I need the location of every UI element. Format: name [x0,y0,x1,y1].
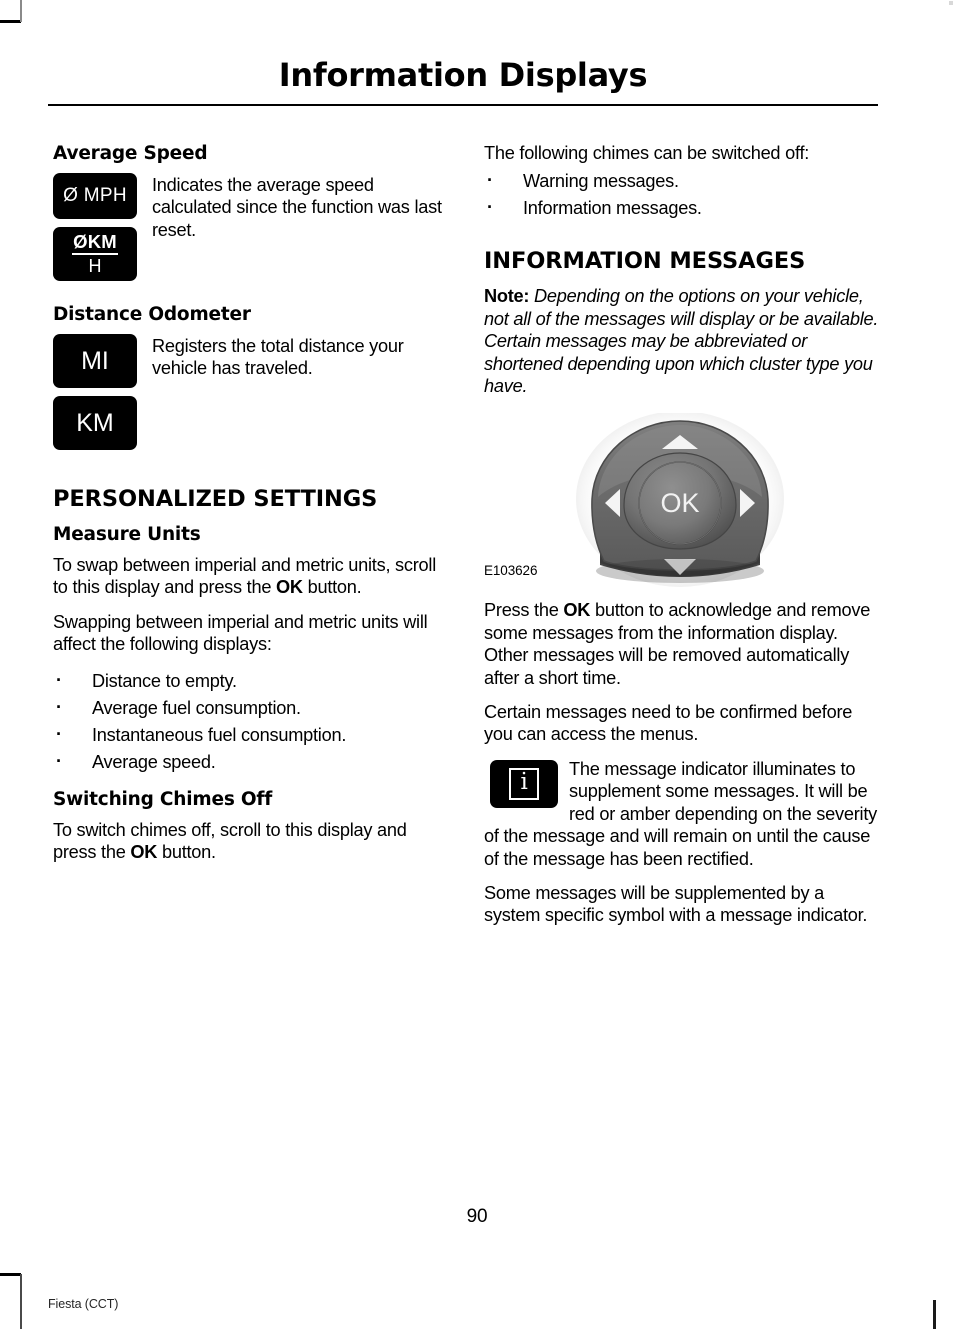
list-item: Average fuel consumption. [53,694,449,722]
distance-odometer-icon-row: MI KM Registers the total distance your … [53,334,449,450]
chimes-intro-text: The following chimes can be switched off… [484,143,810,163]
distance-odometer-description: Registers the total distance your vehicl… [152,336,404,379]
heading-average-speed: Average Speed [53,143,208,164]
steering-wheel-control-pad-image: OK [576,413,784,590]
list-item: Instantaneous fuel consumption. [53,721,449,749]
crop-mark-bottom-left-horizontal [0,1273,21,1276]
measure-units-bullet-list: Distance to empty. Average fuel consumpt… [53,667,449,776]
crop-mark-top-left-horizontal [0,20,21,23]
manual-page: Information Displays Average Speed Ø MPH… [0,0,954,1329]
message-indicator-frame: i [509,767,539,800]
avg-speed-mph-label: Ø MPH [63,185,127,206]
avg-speed-kmh-icon: ØKM H [53,227,137,281]
avg-speed-kmh-numerator: ØKM [72,233,118,255]
heading-measure-units: Measure Units [53,524,201,545]
ok-button-reference: OK [563,600,591,621]
heading-information-messages: INFORMATION MESSAGES [484,248,806,275]
note-body: Depending on the options on your vehicle… [484,286,879,397]
message-indicator-letter: i [520,769,528,796]
odometer-mi-icon: MI [53,334,137,388]
list-item: Average speed. [53,748,449,776]
left-column: Average Speed Ø MPH ØKM H Indicates the … [53,142,449,875]
information-messages-paragraph-1: Press the OK button to acknowledge and r… [484,599,880,689]
information-messages-paragraph-4: Some messages will be supplemented by a … [484,882,868,926]
control-pad-ok-label: OK [660,488,699,518]
control-pad-figure: OK E103626 [484,413,880,590]
heading-switching-chimes-off: Switching Chimes Off [53,788,273,810]
footer-model-label: Fiesta (CCT) [48,1297,119,1311]
list-item: Warning messages. [484,167,880,195]
heading-distance-odometer: Distance Odometer [53,304,251,325]
list-item: Distance to empty. [53,667,449,695]
measure-units-paragraph-2: Swapping between imperial and metric uni… [53,611,428,655]
message-indicator-icon: i [490,759,558,808]
average-speed-icon-row: Ø MPH ØKM H Indicates the average speed … [53,173,449,281]
crop-mark-top-left-vertical [20,0,22,22]
measure-units-p1-before: To swap between imperial and metric unit… [53,555,436,598]
measure-units-p1-after: button. [302,577,362,598]
icon-spacer [53,219,137,227]
average-speed-icon-stack: Ø MPH ØKM H [53,173,137,281]
list-item: Information messages. [484,194,880,222]
information-messages-paragraph-2: Certain messages need to be confirmed be… [484,702,853,745]
information-messages-note: Note: Depending on the options on your v… [484,285,880,397]
average-speed-description: Indicates the average speed calculated s… [152,175,442,240]
icon-spacer [53,388,137,396]
message-indicator-block: i The message indicator illuminates to s… [484,758,880,870]
crop-mark-bottom-right-tick [933,1300,936,1329]
right-column: The following chimes can be switched off… [484,142,880,939]
crop-mark-bottom-left-vertical [20,1274,22,1329]
chimes-bullet-list: Warning messages. Information messages. [484,167,880,222]
switching-chimes-paragraph: To switch chimes off, scroll to this dis… [53,819,449,864]
note-label: Note: [484,286,530,307]
title-divider [48,104,878,106]
odometer-km-label: KM [76,408,114,437]
heading-personalized-settings: PERSONALIZED SETTINGS [53,486,378,512]
page-title: Information Displays [278,56,648,94]
odometer-mi-label: MI [81,346,109,375]
avg-speed-kmh-denominator: H [88,255,102,276]
odometer-km-icon: KM [53,396,137,450]
page-number: 90 [466,1206,488,1227]
info-p1-before: Press the [484,600,564,621]
figure-caption: E103626 [484,563,538,579]
switching-chimes-before: To switch chimes off, scroll to this dis… [53,819,407,863]
measure-units-paragraph-1: To swap between imperial and metric unit… [53,554,449,599]
switching-chimes-after: button. [157,842,216,863]
ok-button-reference: OK [130,842,158,863]
ok-button-reference: OK [276,577,303,598]
crop-mark-top-right-tick [949,1,953,5]
avg-speed-mph-icon: Ø MPH [53,173,137,219]
distance-odometer-icon-stack: MI KM [53,334,137,450]
